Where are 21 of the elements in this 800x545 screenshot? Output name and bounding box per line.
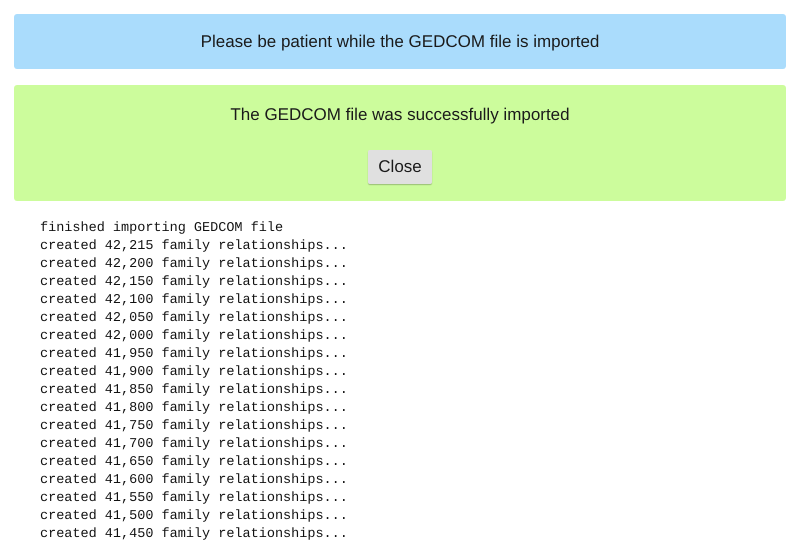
log-line: created 41,600 family relationships... (40, 472, 349, 490)
log-line: created 42,200 family relationships... (40, 256, 349, 274)
log-line: created 41,750 family relationships... (40, 418, 349, 436)
success-message: The GEDCOM file was successfully imported (230, 104, 570, 126)
log-line: created 41,800 family relationships... (40, 400, 349, 418)
log-line: created 41,950 family relationships... (40, 346, 349, 364)
log-line: created 42,050 family relationships... (40, 310, 349, 328)
log-line: created 41,700 family relationships... (40, 436, 349, 454)
log-line: created 41,650 family relationships... (40, 454, 349, 472)
log-line: created 41,500 family relationships... (40, 508, 349, 526)
log-line: created 42,215 family relationships... (40, 238, 349, 256)
log-line: finished importing GEDCOM file (40, 220, 284, 238)
log-line: created 42,000 family relationships... (40, 328, 349, 346)
log-line: created 42,100 family relationships... (40, 292, 349, 310)
close-button[interactable]: Close (368, 150, 432, 184)
log-line: created 41,450 family relationships... (40, 526, 349, 544)
log-line: created 41,850 family relationships... (40, 382, 349, 400)
log-line: created 41,900 family relationships... (40, 364, 349, 382)
log-line: created 41,550 family relationships... (40, 490, 349, 508)
info-message: Please be patient while the GEDCOM file is imported (200, 30, 600, 53)
log-line: created 42,150 family relationships... (40, 274, 349, 292)
